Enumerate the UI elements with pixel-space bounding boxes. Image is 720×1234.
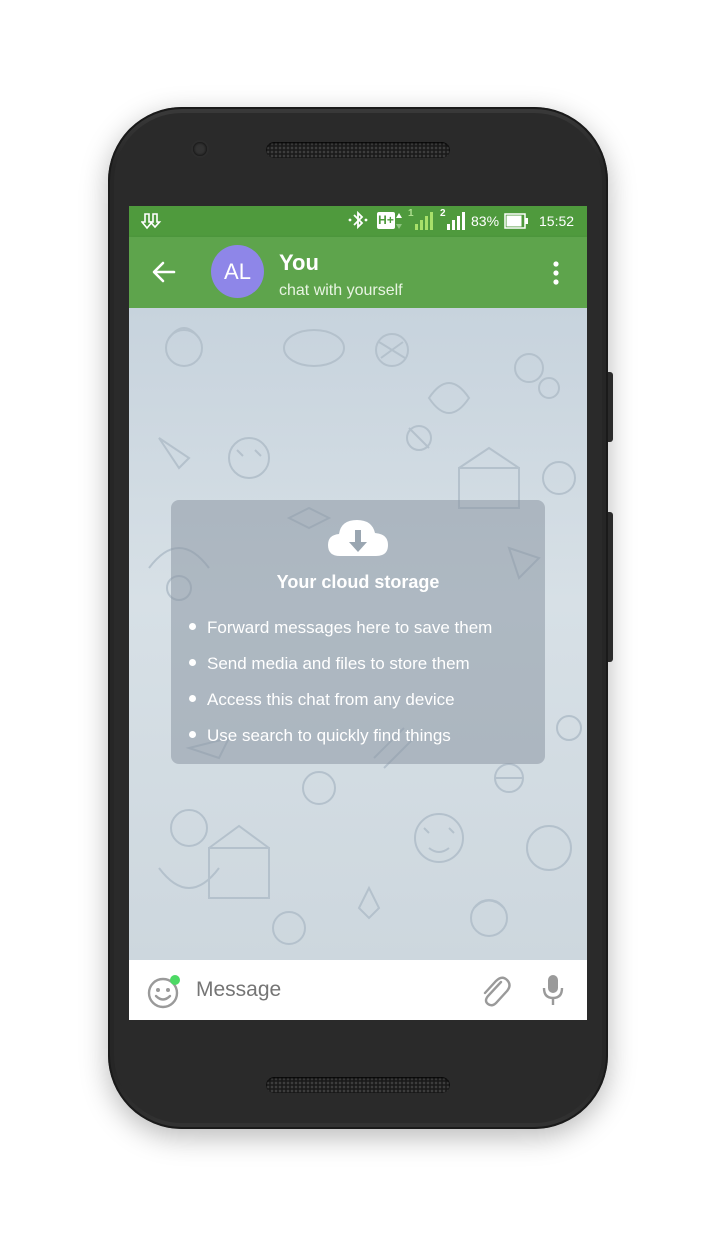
feature-item: Use search to quickly find things xyxy=(189,726,451,756)
battery-icon xyxy=(504,213,528,229)
cloud-storage-card: Your cloud storage Forward messages here… xyxy=(171,500,545,764)
feature-item: Access this chat from any device xyxy=(189,690,455,720)
download-notification-icon xyxy=(141,213,162,230)
battery-percent: 83% xyxy=(471,213,500,229)
chat-background: Your cloud storage Forward messages here… xyxy=(129,308,587,960)
signal-sim2-icon xyxy=(447,212,465,230)
emoji-icon[interactable] xyxy=(147,975,181,1009)
microphone-icon[interactable] xyxy=(541,973,565,1007)
cloud-download-icon xyxy=(328,520,388,556)
avatar[interactable]: AL xyxy=(211,245,264,298)
more-vert-icon[interactable] xyxy=(549,259,563,287)
arrow-left-icon[interactable] xyxy=(151,260,177,284)
bullet-dot xyxy=(189,695,196,703)
bullet-dot xyxy=(189,731,196,739)
message-input[interactable] xyxy=(193,974,469,1006)
bottom-speaker xyxy=(266,1077,450,1093)
sim2-label: 2 xyxy=(440,208,446,219)
bullet-dot xyxy=(189,623,196,631)
bluetooth-icon xyxy=(348,211,368,230)
paperclip-icon[interactable] xyxy=(479,974,511,1008)
chat-subtitle: chat with yourself xyxy=(279,282,403,299)
feature-item: Send media and files to store them xyxy=(189,654,470,684)
volume-button xyxy=(608,512,613,662)
bullet-dot xyxy=(189,659,196,667)
power-button xyxy=(608,372,613,442)
screen: H+ 1 2 83% 15:52 AL You chat with yourse… xyxy=(129,206,587,1020)
signal-sim1-icon xyxy=(415,212,433,230)
card-title: Your cloud storage xyxy=(276,572,440,592)
front-camera xyxy=(193,142,207,156)
message-composer xyxy=(129,960,587,1020)
network-type-badge: H+ xyxy=(377,212,395,229)
data-activity-icon xyxy=(396,213,402,229)
chat-header: AL You chat with yourself xyxy=(129,237,587,308)
sim1-label: 1 xyxy=(408,208,414,219)
status-time: 15:52 xyxy=(539,213,575,229)
top-speaker xyxy=(266,142,450,158)
feature-item: Forward messages here to save them xyxy=(189,618,492,648)
status-bar: H+ 1 2 83% 15:52 xyxy=(129,206,587,237)
chat-title[interactable]: You xyxy=(279,250,319,276)
